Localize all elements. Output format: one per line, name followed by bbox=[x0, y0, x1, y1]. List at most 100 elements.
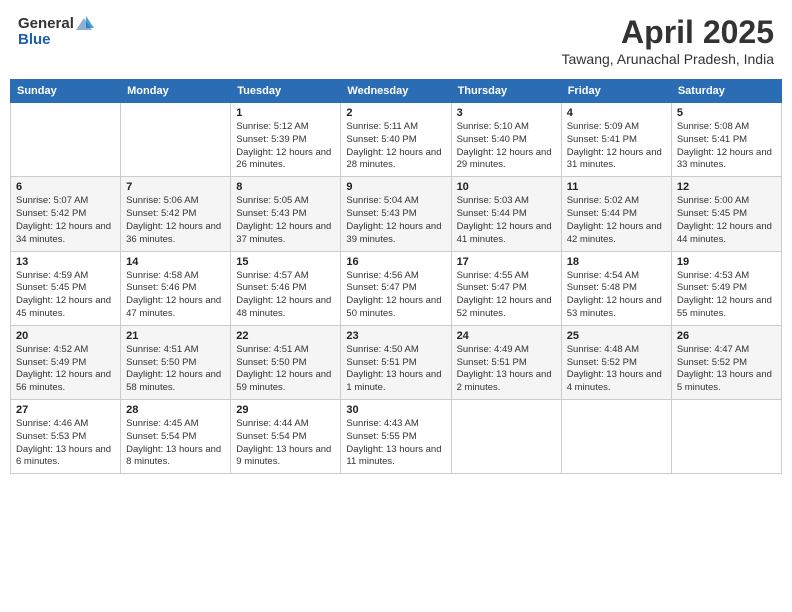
calendar-cell: 4 Sunrise: 5:09 AMSunset: 5:41 PMDaylight… bbox=[561, 103, 671, 177]
day-info-line: Sunset: 5:40 PM bbox=[457, 134, 556, 147]
day-info-line: Sunset: 5:42 PM bbox=[126, 208, 225, 221]
day-info-line: Daylight: 12 hours and 39 minutes. bbox=[346, 221, 445, 247]
day-info-line: Sunset: 5:45 PM bbox=[16, 282, 115, 295]
logo-icon bbox=[74, 14, 94, 34]
calendar-week-3: 13Sunrise: 4:59 AMSunset: 5:45 PMDayligh… bbox=[11, 251, 782, 325]
day-info: Sunrise: 5:11 AMSunset: 5:40 PMDaylight:… bbox=[346, 121, 445, 172]
day-info-line: Sunset: 5:46 PM bbox=[236, 282, 335, 295]
day-info-line: Daylight: 13 hours and 2 minutes. bbox=[457, 369, 556, 395]
day-info-line: Sunset: 5:53 PM bbox=[16, 431, 115, 444]
day-info-line: Sunrise: 4:57 AM bbox=[236, 270, 335, 283]
calendar-cell: 11Sunrise: 5:02 AMSunset: 5:44 PMDayligh… bbox=[561, 177, 671, 251]
day-info-line: Sunset: 5:45 PM bbox=[677, 208, 776, 221]
day-info-line: Sunrise: 4:51 AM bbox=[236, 344, 335, 357]
day-number: 14 bbox=[126, 256, 225, 268]
day-info-line: Daylight: 13 hours and 4 minutes. bbox=[567, 369, 666, 395]
calendar-cell: 19Sunrise: 4:53 AMSunset: 5:49 PMDayligh… bbox=[671, 251, 781, 325]
day-info-line: Daylight: 13 hours and 5 minutes. bbox=[677, 369, 776, 395]
logo: General Blue bbox=[18, 14, 94, 49]
day-info-line: Sunrise: 4:59 AM bbox=[16, 270, 115, 283]
day-info-line: Sunrise: 5:08 AM bbox=[677, 121, 776, 134]
calendar-cell: 13Sunrise: 4:59 AMSunset: 5:45 PMDayligh… bbox=[11, 251, 121, 325]
page-header: General Blue April 2025 Tawang, Arunacha… bbox=[10, 10, 782, 71]
day-number: 25 bbox=[567, 330, 666, 342]
day-info-line: Sunrise: 4:44 AM bbox=[236, 418, 335, 431]
day-info-line: Sunset: 5:54 PM bbox=[236, 431, 335, 444]
calendar-week-5: 27Sunrise: 4:46 AMSunset: 5:53 PMDayligh… bbox=[11, 400, 782, 474]
day-info-line: Daylight: 12 hours and 47 minutes. bbox=[126, 295, 225, 321]
day-info-line: Sunset: 5:52 PM bbox=[567, 357, 666, 370]
calendar-cell: 20Sunrise: 4:52 AMSunset: 5:49 PMDayligh… bbox=[11, 325, 121, 399]
day-number: 17 bbox=[457, 256, 556, 268]
day-number: 4 bbox=[567, 107, 666, 119]
day-number: 29 bbox=[236, 404, 335, 416]
day-number: 26 bbox=[677, 330, 776, 342]
day-info-line: Daylight: 12 hours and 45 minutes. bbox=[16, 295, 115, 321]
day-info-line: Sunrise: 4:58 AM bbox=[126, 270, 225, 283]
day-info-line: Daylight: 12 hours and 37 minutes. bbox=[236, 221, 335, 247]
calendar-cell: 23 Sunrise: 4:50 AMSunset: 5:51 PMDayligh… bbox=[341, 325, 451, 399]
day-info-line: Sunset: 5:41 PM bbox=[677, 134, 776, 147]
day-info-line: Sunrise: 4:49 AM bbox=[457, 344, 556, 357]
weekday-header-friday: Friday bbox=[561, 80, 671, 103]
day-info: Sunrise: 5:12 AMSunset: 5:39 PMDaylight:… bbox=[236, 121, 335, 172]
day-info-line: Daylight: 13 hours and 9 minutes. bbox=[236, 444, 335, 470]
day-info-line: Sunrise: 5:12 AM bbox=[236, 121, 335, 134]
day-number: 16 bbox=[346, 256, 445, 268]
day-info: Sunrise: 4:44 AMSunset: 5:54 PMDaylight:… bbox=[236, 418, 335, 469]
day-info: Sunrise: 5:07 AMSunset: 5:42 PMDaylight:… bbox=[16, 195, 115, 246]
logo-general-text: General bbox=[18, 16, 74, 33]
day-info-line: Sunset: 5:48 PM bbox=[567, 282, 666, 295]
day-info-line: Sunrise: 4:47 AM bbox=[677, 344, 776, 357]
calendar-cell: 16Sunrise: 4:56 AMSunset: 5:47 PMDayligh… bbox=[341, 251, 451, 325]
day-info-line: Daylight: 12 hours and 44 minutes. bbox=[677, 221, 776, 247]
day-info-line: Daylight: 12 hours and 50 minutes. bbox=[346, 295, 445, 321]
day-number: 20 bbox=[16, 330, 115, 342]
day-info: Sunrise: 4:46 AMSunset: 5:53 PMDaylight:… bbox=[16, 418, 115, 469]
day-info-line: Sunset: 5:49 PM bbox=[677, 282, 776, 295]
day-info-line: Daylight: 13 hours and 8 minutes. bbox=[126, 444, 225, 470]
day-info: Sunrise: 4:53 AMSunset: 5:49 PMDaylight:… bbox=[677, 270, 776, 321]
day-info-line: Daylight: 12 hours and 36 minutes. bbox=[126, 221, 225, 247]
day-info-line: Sunrise: 4:56 AM bbox=[346, 270, 445, 283]
day-info-line: Sunset: 5:41 PM bbox=[567, 134, 666, 147]
calendar-cell: 15Sunrise: 4:57 AMSunset: 5:46 PMDayligh… bbox=[231, 251, 341, 325]
day-info: Sunrise: 4:51 AMSunset: 5:50 PMDaylight:… bbox=[126, 344, 225, 395]
location-subtitle: Tawang, Arunachal Pradesh, India bbox=[562, 51, 774, 67]
day-info: Sunrise: 5:02 AMSunset: 5:44 PMDaylight:… bbox=[567, 195, 666, 246]
weekday-header-thursday: Thursday bbox=[451, 80, 561, 103]
day-info: Sunrise: 4:48 AMSunset: 5:52 PMDaylight:… bbox=[567, 344, 666, 395]
day-info-line: Sunrise: 4:54 AM bbox=[567, 270, 666, 283]
day-info: Sunrise: 5:09 AMSunset: 5:41 PMDaylight:… bbox=[567, 121, 666, 172]
day-info-line: Daylight: 12 hours and 26 minutes. bbox=[236, 147, 335, 173]
weekday-header-tuesday: Tuesday bbox=[231, 80, 341, 103]
day-info-line: Sunrise: 5:10 AM bbox=[457, 121, 556, 134]
day-info-line: Sunrise: 4:45 AM bbox=[126, 418, 225, 431]
calendar-cell: 25 Sunrise: 4:48 AMSunset: 5:52 PMDayligh… bbox=[561, 325, 671, 399]
day-info: Sunrise: 5:00 AMSunset: 5:45 PMDaylight:… bbox=[677, 195, 776, 246]
day-info-line: Sunset: 5:42 PM bbox=[16, 208, 115, 221]
day-info: Sunrise: 5:10 AMSunset: 5:40 PMDaylight:… bbox=[457, 121, 556, 172]
day-info-line: Daylight: 12 hours and 53 minutes. bbox=[567, 295, 666, 321]
day-number: 23 bbox=[346, 330, 445, 342]
day-info: Sunrise: 4:51 AMSunset: 5:50 PMDaylight:… bbox=[236, 344, 335, 395]
day-info: Sunrise: 4:50 AMSunset: 5:51 PMDaylight:… bbox=[346, 344, 445, 395]
calendar-cell: 17Sunrise: 4:55 AMSunset: 5:47 PMDayligh… bbox=[451, 251, 561, 325]
calendar-cell: 21Sunrise: 4:51 AMSunset: 5:50 PMDayligh… bbox=[121, 325, 231, 399]
day-number: 8 bbox=[236, 181, 335, 193]
day-info-line: Daylight: 12 hours and 55 minutes. bbox=[677, 295, 776, 321]
day-number: 3 bbox=[457, 107, 556, 119]
day-info: Sunrise: 4:45 AMSunset: 5:54 PMDaylight:… bbox=[126, 418, 225, 469]
calendar-cell: 26Sunrise: 4:47 AMSunset: 5:52 PMDayligh… bbox=[671, 325, 781, 399]
calendar-cell: 2Sunrise: 5:11 AMSunset: 5:40 PMDaylight… bbox=[341, 103, 451, 177]
day-number: 6 bbox=[16, 181, 115, 193]
day-info: Sunrise: 4:58 AMSunset: 5:46 PMDaylight:… bbox=[126, 270, 225, 321]
calendar-cell: 27Sunrise: 4:46 AMSunset: 5:53 PMDayligh… bbox=[11, 400, 121, 474]
calendar-cell bbox=[451, 400, 561, 474]
calendar-cell: 8Sunrise: 5:05 AMSunset: 5:43 PMDaylight… bbox=[231, 177, 341, 251]
day-info-line: Daylight: 12 hours and 41 minutes. bbox=[457, 221, 556, 247]
day-info-line: Sunrise: 5:03 AM bbox=[457, 195, 556, 208]
logo-blue-text: Blue bbox=[18, 32, 94, 49]
calendar-cell: 12Sunrise: 5:00 AMSunset: 5:45 PMDayligh… bbox=[671, 177, 781, 251]
day-info-line: Sunset: 5:50 PM bbox=[126, 357, 225, 370]
